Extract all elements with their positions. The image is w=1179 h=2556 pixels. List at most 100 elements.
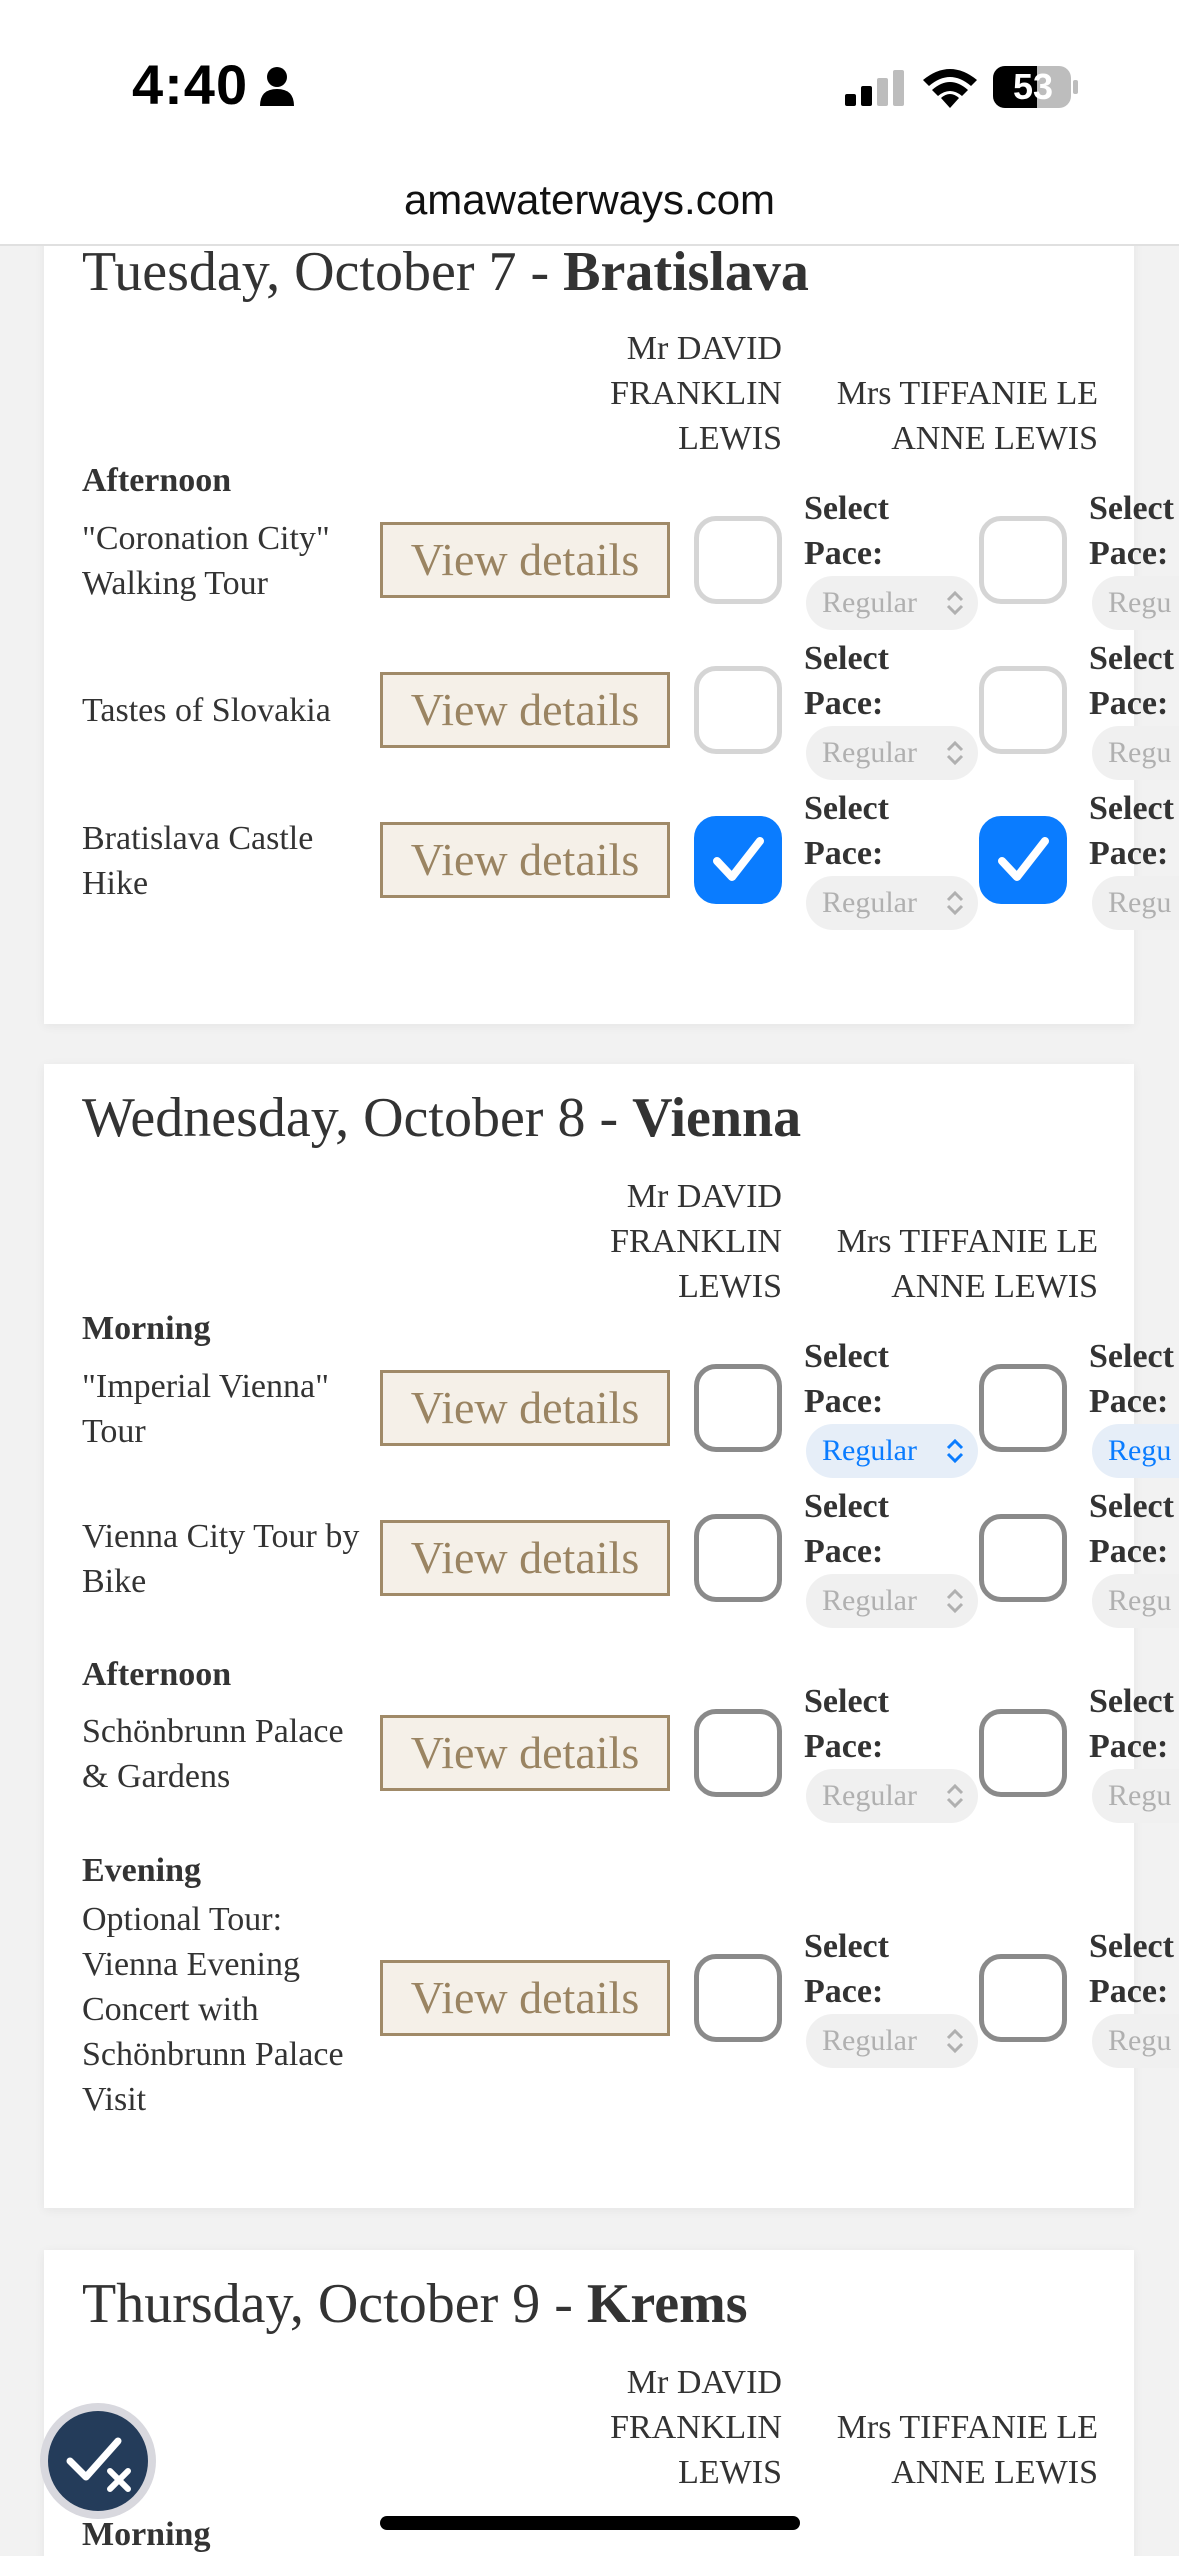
person-icon: [260, 67, 294, 106]
select-pace-label: Select Pace:: [804, 1683, 889, 1765]
chevron-updown-icon: [946, 1588, 964, 1614]
passenger-name-1: Mr DAVID FRANKLIN LEWIS: [610, 2364, 782, 2491]
floating-action-button[interactable]: [40, 2403, 156, 2519]
tour-row: Bratislava Castle Hike View details Sele…: [44, 790, 1179, 930]
checkbox-passenger-1[interactable]: [694, 1954, 782, 2042]
wifi-icon: [923, 69, 977, 108]
checkmark-icon: [713, 837, 764, 881]
day-card-krems: Thursday, October 9 - Krems Mr DAVID FRAN…: [44, 2250, 1134, 2556]
section-morning: Morning: [82, 2516, 211, 2553]
checkbox-passenger-2[interactable]: [979, 666, 1067, 754]
section-morning: Morning: [82, 1310, 211, 1347]
tour-row: Optional Tour: Vienna Evening Concert wi…: [44, 1901, 1179, 2118]
checkbox-passenger-1[interactable]: [694, 666, 782, 754]
view-details-button[interactable]: View details: [380, 822, 670, 898]
status-bar: 4:40 53: [0, 0, 1179, 170]
pace-select[interactable]: Regular: [806, 1424, 978, 1478]
checkbox-passenger-2[interactable]: [979, 1709, 1067, 1797]
chevron-updown-icon: [946, 740, 964, 766]
checkbox-passenger-2[interactable]: [979, 1514, 1067, 1602]
passenger-name-1: Mr DAVID FRANKLIN LEWIS: [610, 330, 782, 457]
view-details-button[interactable]: View details: [380, 1520, 670, 1596]
cellular-signal-icon: [845, 70, 904, 106]
url-bar[interactable]: amawaterways.com: [0, 170, 1179, 246]
tour-name: "Coronation City" Walking Tour: [82, 520, 330, 602]
checkbox-passenger-1[interactable]: [694, 816, 782, 904]
page-content[interactable]: Tuesday, October 7 - Bratislava Mr DAVID…: [0, 246, 1179, 2556]
view-details-button[interactable]: View details: [380, 672, 670, 748]
pace-select[interactable]: Regu: [1092, 2014, 1179, 2068]
day-card-vienna: Wednesday, October 8 - Vienna Mr DAVID FR…: [44, 1064, 1179, 2208]
day-title: Wednesday, October 8 - Vienna: [82, 1087, 802, 1149]
checkbox-passenger-2[interactable]: [979, 1364, 1067, 1452]
pace-select[interactable]: Regu: [1092, 1769, 1179, 1823]
tour-row: "Coronation City" Walking Tour View deta…: [44, 490, 1179, 630]
view-details-button[interactable]: View details: [380, 522, 670, 598]
passenger-name-2: Mrs TIFFANIE LE ANNE LEWIS: [836, 2409, 1098, 2491]
pace-select[interactable]: Regu: [1092, 1424, 1179, 1478]
day-card-bratislava: Tuesday, October 7 - Bratislava Mr DAVID…: [44, 246, 1179, 1024]
pace-select[interactable]: Regular: [806, 2014, 978, 2068]
checkbox-passenger-2[interactable]: [979, 816, 1067, 904]
select-pace-label: Select Pace:: [1089, 1928, 1174, 2010]
select-pace-label: Select Pace:: [1089, 1338, 1174, 1420]
pace-select[interactable]: Regu: [1092, 876, 1179, 930]
section-evening: Evening: [82, 1852, 202, 1889]
checkbox-passenger-1[interactable]: [694, 1709, 782, 1797]
select-pace-label: Select Pace:: [1089, 490, 1174, 572]
tour-row: "Imperial Vienna" Tour View details Sele…: [44, 1338, 1179, 1478]
select-pace-label: Select Pace:: [1089, 1488, 1174, 1570]
select-pace-label: Select Pace:: [1089, 1683, 1174, 1765]
select-pace-label: Select Pace:: [804, 790, 889, 872]
select-pace-label: Select Pace:: [804, 1488, 889, 1570]
select-pace-label: Select Pace:: [1089, 790, 1174, 872]
checkbox-passenger-1[interactable]: [694, 516, 782, 604]
passenger-name-2: Mrs TIFFANIE LE ANNE LEWIS: [836, 1223, 1098, 1305]
chevron-updown-icon: [946, 590, 964, 616]
check-x-icon: [66, 2437, 131, 2492]
select-pace-label: Select Pace:: [804, 1338, 889, 1420]
fab-circle: [48, 2411, 148, 2511]
view-details-button[interactable]: View details: [380, 1960, 670, 2036]
home-indicator[interactable]: [380, 2516, 800, 2530]
day-title: Tuesday, October 7 - Bratislava: [82, 246, 809, 303]
pace-select[interactable]: Regu: [1092, 726, 1179, 780]
select-pace-label: Select Pace:: [804, 1928, 889, 2010]
day-title: Thursday, October 9 - Krems: [82, 2273, 748, 2335]
checkmark-icon: [998, 837, 1049, 881]
view-details-button[interactable]: View details: [380, 1715, 670, 1791]
tour-name: Optional Tour: Vienna Evening Concert wi…: [82, 1901, 344, 2118]
pace-select[interactable]: Regular: [806, 1769, 978, 1823]
pace-select[interactable]: Regu: [1092, 576, 1179, 630]
passenger-name-2: Mrs TIFFANIE LE ANNE LEWIS: [836, 375, 1098, 457]
checkbox-passenger-2[interactable]: [979, 1954, 1067, 2042]
tour-row: Vienna City Tour by Bike View details Se…: [44, 1488, 1179, 1628]
battery-level: 53: [1012, 66, 1054, 107]
checkbox-passenger-1[interactable]: [694, 1364, 782, 1452]
passenger-name-1: Mr DAVID FRANKLIN LEWIS: [610, 1178, 782, 1305]
checkbox-passenger-2[interactable]: [979, 516, 1067, 604]
status-time: 4:40: [132, 53, 249, 116]
pace-select[interactable]: Regular: [806, 576, 978, 630]
chevron-updown-icon: [946, 1438, 964, 1464]
pace-select[interactable]: Regular: [806, 876, 978, 930]
section-afternoon: Afternoon: [82, 462, 232, 499]
select-pace-label: Select Pace:: [804, 490, 889, 572]
tour-row: Schönbrunn Palace & Gardens View details…: [44, 1683, 1179, 1823]
pace-select[interactable]: Regular: [806, 726, 978, 780]
section-afternoon: Afternoon: [82, 1656, 232, 1693]
tour-name: Schönbrunn Palace & Gardens: [82, 1713, 344, 1795]
checkbox-passenger-1[interactable]: [694, 1514, 782, 1602]
url-text: amawaterways.com: [403, 176, 776, 223]
tour-name: Tastes of Slovakia: [82, 692, 331, 729]
pace-select[interactable]: Regular: [806, 1574, 978, 1628]
select-pace-label: Select Pace:: [804, 640, 889, 722]
pace-select[interactable]: Regu: [1092, 1574, 1179, 1628]
tour-name: Vienna City Tour by Bike: [82, 1518, 360, 1600]
chevron-updown-icon: [946, 1783, 964, 1809]
chevron-updown-icon: [946, 2028, 964, 2054]
view-details-button[interactable]: View details: [380, 1370, 670, 1446]
tour-name: "Imperial Vienna" Tour: [82, 1368, 329, 1450]
tour-row: Tastes of Slovakia View details Select Pa…: [44, 640, 1179, 780]
select-pace-label: Select Pace:: [1089, 640, 1174, 722]
